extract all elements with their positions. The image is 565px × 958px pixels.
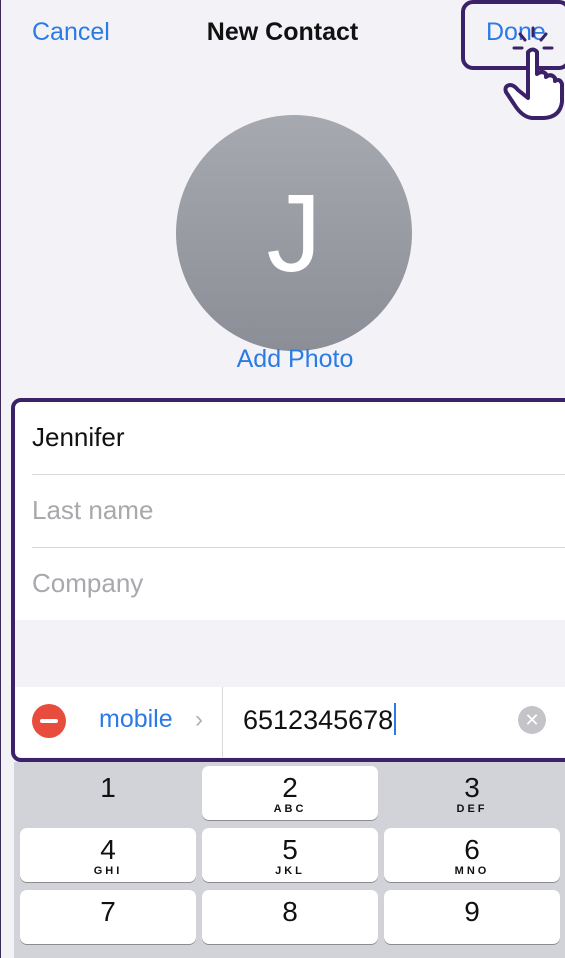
minus-circle-icon[interactable] [32,704,66,738]
first-name-field[interactable]: Jennifer [14,401,565,474]
last-name-field[interactable]: Last name [14,474,565,547]
key-letters: JKL [275,865,305,877]
key-4[interactable]: 4 GHI [20,828,196,882]
key-number: 6 [464,834,480,865]
key-3[interactable]: 3 DEF [384,766,560,820]
key-number: 8 [282,896,298,927]
key-number: 9 [464,896,480,927]
section-spacer [14,623,565,687]
key-9[interactable]: 9 [384,890,560,944]
key-5[interactable]: 5 JKL [202,828,378,882]
key-letters: MNO [454,865,490,877]
key-6[interactable]: 6 MNO [384,828,560,882]
key-number: 1 [100,772,116,803]
add-photo-button[interactable]: Add Photo [0,345,565,374]
key-letters: GHI [93,865,123,877]
key-2[interactable]: 2 ABC [202,766,378,820]
key-number: 2 [282,772,298,803]
key-letters: ABC [273,803,307,815]
name-fields-group: Jennifer Last name Company [14,401,565,620]
phone-label-type-button[interactable]: mobile [99,705,173,734]
clear-x-circle-icon[interactable]: ✕ [518,706,546,734]
key-number: 3 [464,772,480,803]
phone-number-value: 6512345678 [243,705,394,735]
left-frame-line [0,0,14,958]
numeric-keypad: 1 2 ABC 3 DEF 4 GHI 5 JKL 6 MNO 7 8 9 [14,762,565,958]
key-number: 5 [282,834,298,865]
contact-avatar[interactable]: J [176,115,412,351]
chevron-right-icon: › [195,706,203,733]
key-letters: DEF [456,803,488,815]
key-7[interactable]: 7 [20,890,196,944]
text-caret [394,703,397,735]
phone-divider [222,687,223,757]
pointing-hand-cursor-icon [503,26,564,120]
key-number: 4 [100,834,116,865]
key-8[interactable]: 8 [202,890,378,944]
key-1[interactable]: 1 [20,766,196,820]
avatar-initial: J [266,171,322,295]
phone-number-input[interactable]: 6512345678 [243,703,397,736]
key-number: 7 [100,896,116,927]
company-field[interactable]: Company [14,547,565,620]
